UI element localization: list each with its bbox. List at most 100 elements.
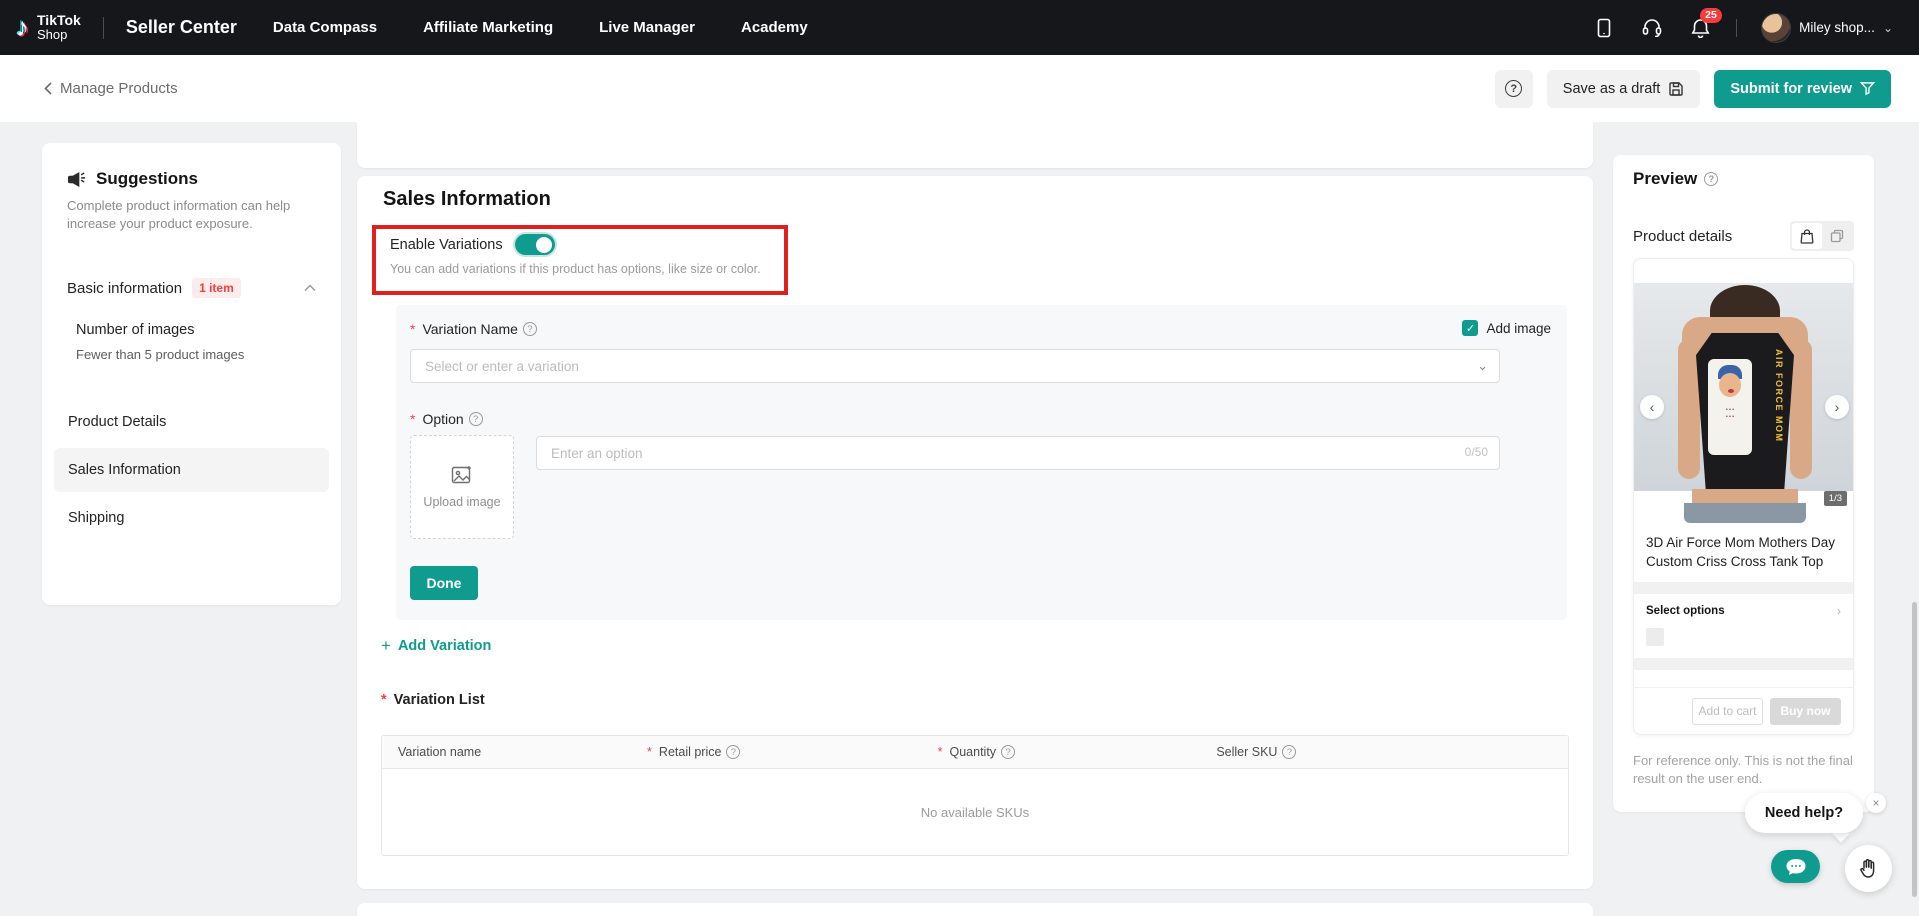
help-button[interactable]: ? [1495,70,1533,108]
save-draft-label: Save as a draft [1563,81,1661,97]
help-icon[interactable]: ? [1282,745,1296,759]
top-navbar: ♪ TikTok Shop Seller Center Data Compass… [0,0,1919,55]
buy-now-button[interactable]: Buy now [1770,698,1841,725]
empty-state-text: No available SKUs [382,769,1568,856]
variation-name-select[interactable] [410,349,1500,383]
required-asterisk: * [647,745,652,759]
preview-mode-bag[interactable] [1792,223,1822,249]
option-label: Option [422,411,463,427]
upload-image-dropzone[interactable]: Upload image [410,435,514,539]
next-section-card-edge [357,903,1593,916]
preview-subtitle: Product details [1633,228,1732,245]
megaphone-icon [67,171,86,188]
page-header: Manage Products ? Save as a draft Submit… [0,55,1919,122]
nav-item-academy[interactable]: Academy [741,19,808,36]
help-icon[interactable]: ? [1704,172,1718,186]
column-label: Seller SKU [1216,745,1277,759]
user-name: Miley shop... [1799,20,1875,35]
suggestions-title: Suggestions [96,169,198,189]
nav-item-live-manager[interactable]: Live Manager [599,19,695,36]
preview-disclaimer: For reference only. This is not the fina… [1633,752,1858,787]
image-icon [451,465,473,485]
add-to-cart-button[interactable]: Add to cart [1692,698,1763,725]
breadcrumb-back[interactable]: Manage Products [44,80,178,97]
done-button[interactable]: Done [410,566,478,600]
section-title: Sales Information [383,188,551,211]
tiktok-shop-logo[interactable]: ♪ TikTok Shop [16,13,81,41]
suggestions-description: Complete product information can help in… [42,189,341,232]
user-menu[interactable]: Miley shop... ⌄ [1761,13,1893,43]
tiktok-note-icon: ♪ [16,14,29,40]
submit-review-button[interactable]: Submit for review [1714,70,1891,108]
wave-hand-button[interactable] [1845,845,1892,892]
variation-list-title: Variation List [394,692,485,708]
basic-information-label[interactable]: Basic information [67,280,182,297]
preview-mode-cards[interactable] [1822,223,1852,249]
select-options-label: Select options [1646,605,1725,617]
notifications-bell-icon[interactable]: 25 [1688,16,1712,40]
help-icon[interactable]: ? [1001,745,1015,759]
help-icon[interactable]: ? [523,322,537,336]
issue-count-badge: 1 item [192,278,241,298]
seller-center-title[interactable]: Seller Center [126,17,237,38]
add-image-label: Add image [1486,321,1551,336]
carousel-prev-button[interactable]: ‹ [1640,395,1664,419]
help-icon[interactable]: ? [469,412,483,426]
tank-top: • • •• • • AIR FORCE MOM [1696,333,1794,491]
close-icon[interactable]: × [1866,793,1886,813]
navbar-divider [103,17,104,39]
enable-variations-label: Enable Variations [390,237,503,253]
required-asterisk: * [410,321,415,337]
page-scrollbar[interactable] [1912,602,1917,897]
add-variation-label: Add Variation [398,638,491,654]
pinup-face [1719,373,1741,397]
nav-item-data-compass[interactable]: Data Compass [273,19,377,36]
suggestion-item[interactable]: Number of images Fewer than 5 product im… [42,298,341,362]
sidebar-item-sales-information[interactable]: Sales Information [54,448,329,492]
logo-text: TikTok Shop [37,13,81,41]
carousel-next-button[interactable]: › [1825,395,1849,419]
section-divider [1634,658,1853,670]
chevron-left-icon [44,82,52,95]
add-variation-button[interactable]: + Add Variation [381,636,491,656]
mobile-app-icon[interactable] [1592,16,1616,40]
upload-image-label: Upload image [423,495,500,509]
variation-form-panel: * Variation Name ? ✓ Add image ⌄ * Optio… [396,305,1567,620]
chevron-right-icon: › [1837,604,1841,618]
table-header-row: Variation name * Retail price ? * Quanti… [382,736,1568,769]
chevron-down-icon: ⌄ [1883,21,1893,35]
save-draft-button[interactable]: Save as a draft [1547,70,1701,108]
support-headset-icon[interactable] [1640,16,1664,40]
tank-text: AIR FORCE MOM [1774,349,1784,443]
add-image-checkbox[interactable]: ✓ Add image [1462,320,1551,336]
help-icon[interactable]: ? [726,745,740,759]
section-divider [1634,582,1853,594]
option-input[interactable] [536,436,1500,470]
hand-icon [1857,857,1881,881]
need-help-bubble[interactable]: Need help? [1745,793,1863,833]
nav-item-affiliate-marketing[interactable]: Affiliate Marketing [423,19,553,36]
required-asterisk: * [381,692,387,708]
preview-mode-toggle [1790,221,1854,251]
graphic-dots: • • •• • • [1712,407,1748,421]
suggestion-item-desc: Fewer than 5 product images [76,347,316,362]
breadcrumb-label: Manage Products [60,80,178,97]
chevron-up-icon[interactable] [304,279,316,297]
select-options-row[interactable]: Select options › [1634,594,1853,658]
chat-button[interactable] [1771,850,1820,883]
sidebar-item-shipping[interactable]: Shipping [54,496,329,540]
submit-review-label: Submit for review [1730,81,1852,97]
product-title: 3D Air Force Mom Mothers Day Custom Cris… [1634,524,1853,582]
product-image: • • •• • • AIR FORCE MOM ‹ › 1/3 [1634,259,1854,524]
enable-variations-toggle[interactable] [515,234,555,255]
logo-line2: Shop [37,28,81,42]
sidebar-item-product-details[interactable]: Product Details [54,400,329,444]
variation-swatch[interactable] [1646,628,1664,646]
column-retail-price: * Retail price ? [631,745,922,759]
question-icon: ? [1505,80,1522,97]
column-quantity: * Quantity ? [922,745,1201,759]
enable-variations-description: You can add variations if this product h… [390,262,761,276]
column-variation-name: Variation name [382,745,631,759]
navbar-divider [1736,19,1737,37]
chat-bubble-icon [1785,858,1807,876]
